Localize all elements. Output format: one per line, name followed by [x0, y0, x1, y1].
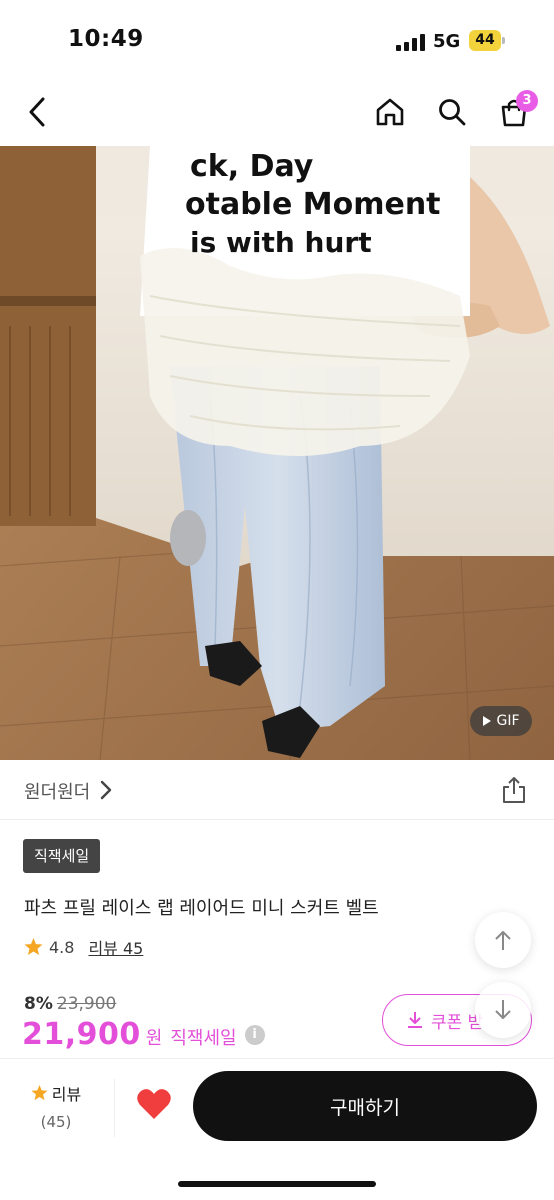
- share-icon: [503, 777, 525, 803]
- network-type: 5G: [433, 31, 461, 52]
- scroll-bottom-button[interactable]: [475, 982, 531, 1038]
- sale-tag-badge: 직잭세일: [23, 839, 101, 873]
- price-note: 직잭세일: [170, 1028, 237, 1049]
- status-bar: 10:49 5G 44: [0, 0, 554, 80]
- sale-price: 21,900: [22, 1017, 141, 1052]
- price-row: 21,900 원 직잭세일 i: [22, 1017, 265, 1052]
- top-nav-bar: 3: [0, 80, 554, 146]
- gif-badge[interactable]: GIF: [470, 706, 532, 736]
- original-price: 23,900: [56, 994, 117, 1014]
- gif-label: GIF: [496, 713, 520, 729]
- heart-icon: [137, 1089, 171, 1119]
- battery-icon: 44: [469, 30, 505, 51]
- bottom-action-bar: 리뷰 (45) 구매하기: [0, 1058, 554, 1200]
- product-photo: ck, Day otable Moment is with hurt: [0, 146, 554, 760]
- product-image[interactable]: ck, Day otable Moment is with hurt GIF: [0, 146, 554, 760]
- shirt-text-3: is with hurt: [190, 226, 372, 259]
- battery-level: 44: [469, 30, 501, 51]
- brand-name[interactable]: 원더원더: [24, 778, 90, 804]
- rating-value: 4.8: [49, 937, 75, 957]
- search-button[interactable]: [430, 90, 474, 134]
- discount-rate: 8%: [24, 994, 53, 1014]
- discount-row: 8% 23,900: [24, 994, 116, 1014]
- signal-icon: [396, 34, 426, 51]
- home-indicator: [178, 1181, 376, 1187]
- price-unit: 원: [145, 1028, 163, 1049]
- back-button[interactable]: [16, 90, 60, 134]
- shirt-text-2: otable Moment: [185, 187, 441, 222]
- product-title: 파츠 프릴 레이스 랩 레이어드 미니 스커트 벨트: [24, 898, 379, 919]
- wishlist-button[interactable]: [136, 1087, 172, 1123]
- search-icon: [439, 99, 466, 126]
- shirt-text-1: ck, Day: [190, 149, 314, 184]
- star-icon: [31, 1085, 48, 1101]
- review-tab[interactable]: 리뷰 (45): [20, 1081, 92, 1131]
- review-link[interactable]: 리뷰 45: [88, 935, 143, 959]
- back-arrow-icon: [29, 97, 45, 127]
- status-time: 10:49: [68, 26, 144, 52]
- arrow-up-icon: [495, 931, 511, 950]
- cart-count-badge: 3: [516, 90, 538, 112]
- review-tab-count: (45): [40, 1113, 72, 1131]
- share-button[interactable]: [498, 774, 530, 806]
- star-icon: [24, 938, 43, 956]
- rating-row: 4.8 리뷰 45: [24, 934, 143, 960]
- info-icon[interactable]: i: [244, 1024, 265, 1045]
- home-icon: [376, 98, 404, 126]
- home-button[interactable]: [368, 90, 412, 134]
- cart-button[interactable]: 3: [492, 90, 538, 134]
- play-icon: [483, 716, 492, 726]
- arrow-down-icon: [495, 1000, 511, 1019]
- divider: [114, 1079, 115, 1137]
- chevron-right-icon: [100, 780, 112, 800]
- buy-button[interactable]: 구매하기: [193, 1071, 537, 1141]
- brand-row[interactable]: 원더원더: [0, 760, 554, 820]
- review-tab-label: 리뷰: [51, 1085, 82, 1104]
- scroll-top-button[interactable]: [475, 912, 531, 968]
- download-icon: [408, 1012, 422, 1028]
